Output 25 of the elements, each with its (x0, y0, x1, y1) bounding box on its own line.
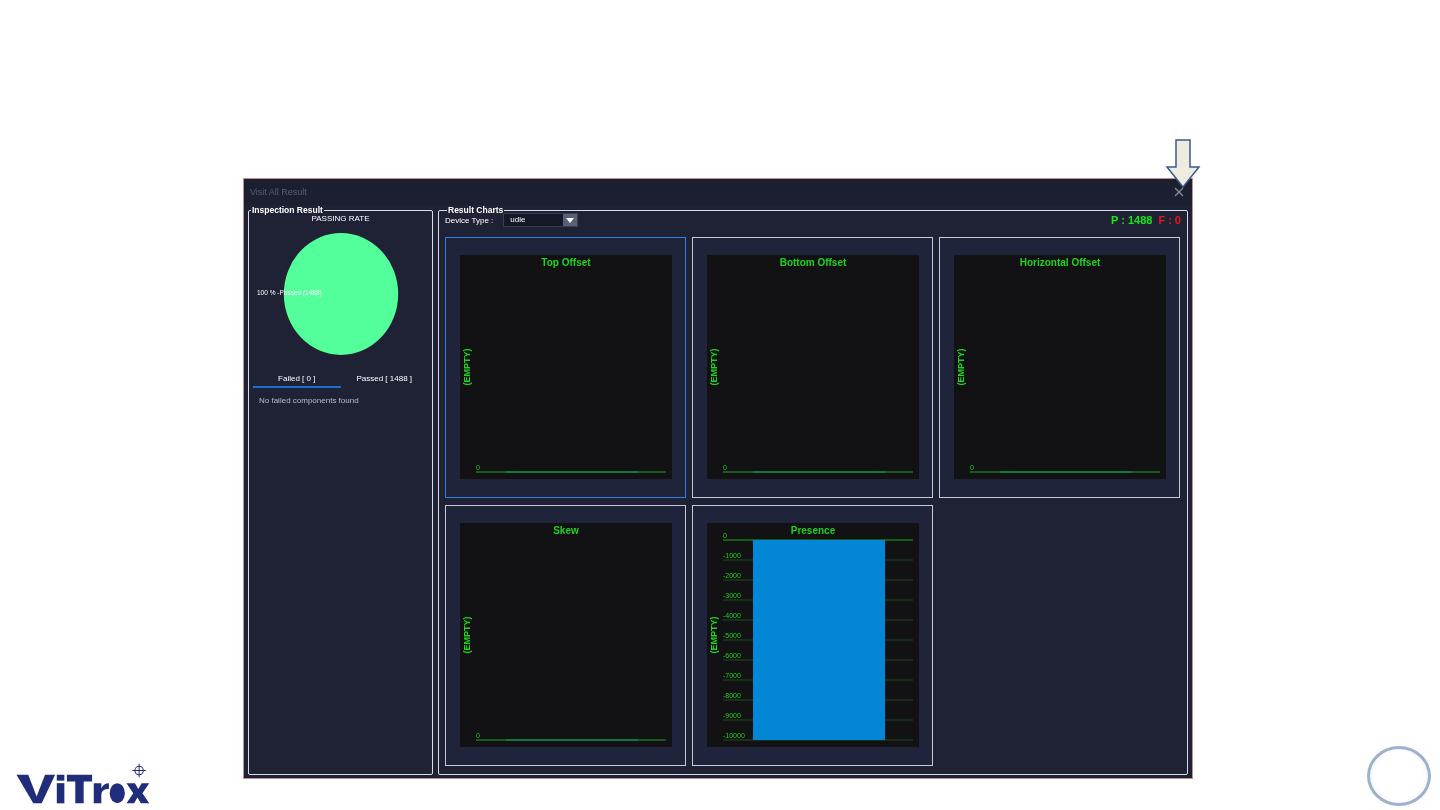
chart-title: PASSING RATE (311, 214, 370, 223)
panel-legend: Result Charts (447, 205, 505, 215)
caret-icon (566, 217, 575, 223)
device-type-dropdown[interactable]: udie (503, 213, 579, 227)
chart-title: Horizontal Offset (1019, 257, 1100, 268)
passed-count: P : 1488 (1111, 214, 1153, 226)
axis-label: (EMPTY) (461, 616, 472, 654)
chart-title: Top Offset (540, 257, 591, 268)
down-arrow-icon (1165, 139, 1201, 189)
chart-title: Bottom Offset (779, 257, 846, 268)
tab[interactable]: Passed [ 1488 ] (340, 371, 428, 388)
axis-label: (EMPTY) (461, 348, 472, 386)
axis-label: (EMPTY) (708, 348, 719, 386)
chart-title: Skew (552, 525, 579, 536)
axis-label: (EMPTY) (955, 348, 966, 386)
chart-title: Presence (790, 525, 835, 536)
field-label: Device Type : (445, 215, 494, 225)
tab[interactable]: Failed [ 0 ] (253, 371, 341, 388)
status-message: No failed components found (258, 395, 360, 407)
close-icon (1174, 187, 1184, 197)
axis-label: (EMPTY) (708, 616, 719, 654)
logo-icon (14, 763, 150, 805)
panel-legend: Inspection Result (251, 205, 324, 215)
failed-count: F : 0 (1158, 214, 1181, 226)
close-button[interactable] (1172, 185, 1186, 199)
